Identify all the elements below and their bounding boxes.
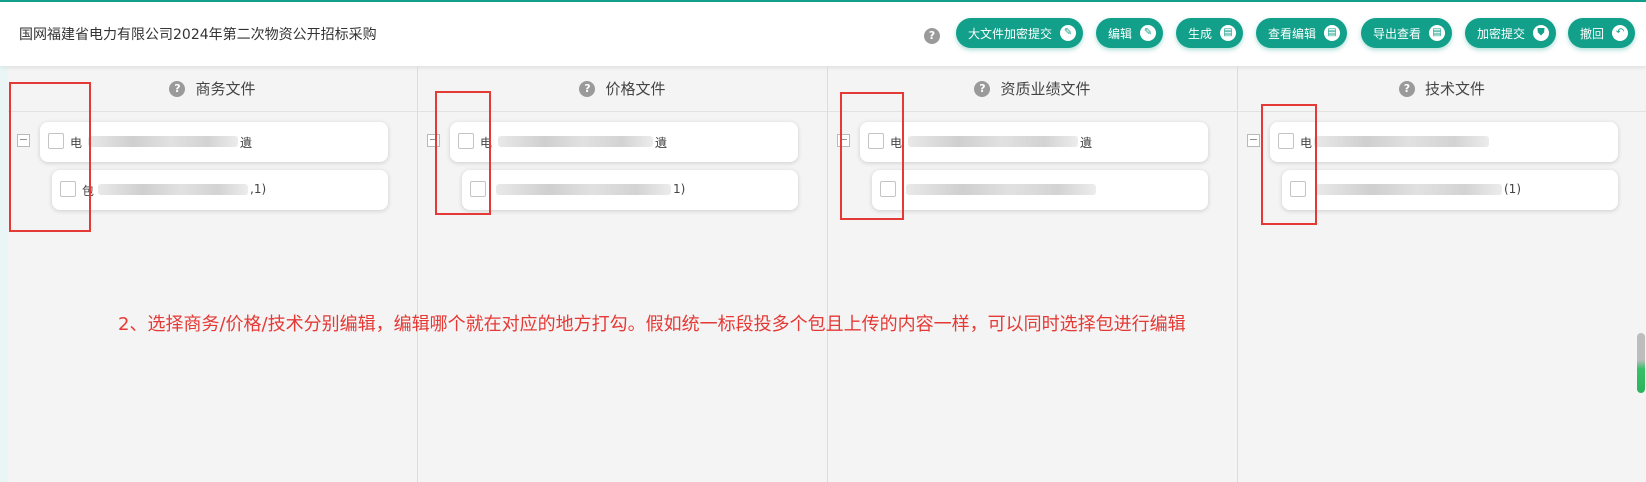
withdraw-button[interactable]: 撤回 ↶ — [1568, 18, 1636, 48]
redacted-text — [496, 184, 671, 195]
undo-icon: ↶ — [1612, 25, 1629, 41]
button-label: 撤回 — [1580, 26, 1605, 41]
shield-icon: ⛊ — [1533, 25, 1550, 41]
redacted-text — [88, 136, 238, 147]
left-edge-strip — [0, 66, 8, 482]
item-suffix: 遺 — [240, 136, 253, 150]
generate-button[interactable]: 生成 ▤ — [1176, 18, 1244, 48]
edit-icon: ✎ — [1060, 25, 1077, 41]
page-title: 国网福建省电力有限公司2024年第二次物资公开招标采购 — [19, 27, 377, 43]
column-title: 技术文件 — [1424, 80, 1485, 98]
redacted-text — [906, 184, 1096, 195]
edit-button[interactable]: 编辑 ✎ — [1096, 18, 1164, 48]
export-view-button[interactable]: 导出查看 ▤ — [1361, 18, 1453, 48]
large-file-encrypt-submit-button[interactable]: 大文件加密提交 ✎ — [956, 18, 1084, 48]
item-suffix: 遺 — [1080, 136, 1093, 150]
item-suffix: (1) — [1504, 182, 1521, 196]
edit-icon: ✎ — [1140, 25, 1157, 41]
package-item-card[interactable] — [872, 170, 1208, 210]
redacted-text — [498, 136, 653, 147]
redacted-text — [1314, 136, 1489, 147]
annotation-highlight-box — [1261, 104, 1317, 225]
item-suffix: 遺 — [655, 136, 668, 150]
annotation-instruction: 2、选择商务/价格/技术分别编辑，编辑哪个就在对应的地方打勾。假如统一标段投多个… — [118, 314, 1186, 335]
collapse-icon[interactable]: − — [1247, 134, 1260, 147]
package-group-card[interactable]: 电 遺 — [860, 122, 1208, 162]
file-icon: ▤ — [1324, 25, 1341, 41]
package-item-card[interactable]: (1) — [1282, 170, 1618, 210]
redacted-text — [98, 184, 248, 195]
redacted-text — [908, 136, 1078, 147]
item-suffix: 1) — [673, 182, 686, 196]
help-icon[interactable]: ? — [924, 28, 940, 44]
button-label: 大文件加密提交 — [968, 26, 1053, 41]
toolbar-header: 国网福建省电力有限公司2024年第二次物资公开招标采购 ? 大文件加密提交 ✎ … — [0, 2, 1646, 66]
package-group-card[interactable]: 电 遺 — [40, 122, 388, 162]
annotation-highlight-box — [840, 92, 904, 220]
package-item-card[interactable]: 1) — [462, 170, 798, 210]
help-icon[interactable]: ? — [169, 80, 186, 97]
button-label: 查看编辑 — [1268, 26, 1317, 41]
column-title: 商务文件 — [195, 80, 256, 98]
button-label: 生成 — [1188, 26, 1213, 41]
button-label: 编辑 — [1108, 26, 1133, 41]
encrypt-submit-button[interactable]: 加密提交 ⛊ — [1465, 18, 1557, 48]
scrollbar-thumb[interactable] — [1637, 333, 1645, 393]
redacted-text — [1316, 184, 1502, 195]
package-group-card[interactable]: 电 遺 — [450, 122, 798, 162]
help-icon[interactable]: ? — [579, 80, 596, 97]
annotation-highlight-box — [435, 91, 491, 215]
column-title: 价格文件 — [605, 80, 666, 98]
package-item-card[interactable]: 包 ,1) — [52, 170, 388, 210]
package-group-card[interactable]: 电 — [1270, 122, 1618, 162]
view-edit-button[interactable]: 查看编辑 ▤ — [1256, 18, 1348, 48]
button-label: 加密提交 — [1477, 26, 1526, 41]
file-icon: ▤ — [1220, 25, 1237, 41]
help-icon[interactable]: ? — [974, 80, 991, 97]
help-icon[interactable]: ? — [1398, 80, 1415, 97]
file-icon: ▤ — [1429, 25, 1446, 41]
column-title: 资质业绩文件 — [1000, 80, 1091, 98]
button-label: 导出查看 — [1373, 26, 1422, 41]
item-suffix: ,1) — [250, 182, 267, 196]
annotation-highlight-box — [9, 82, 91, 232]
document-columns: ? 商务文件 − 电 遺 包 ,1) ? 价格文件 − 电 遺 1) ? 资质业… — [8, 66, 1646, 482]
